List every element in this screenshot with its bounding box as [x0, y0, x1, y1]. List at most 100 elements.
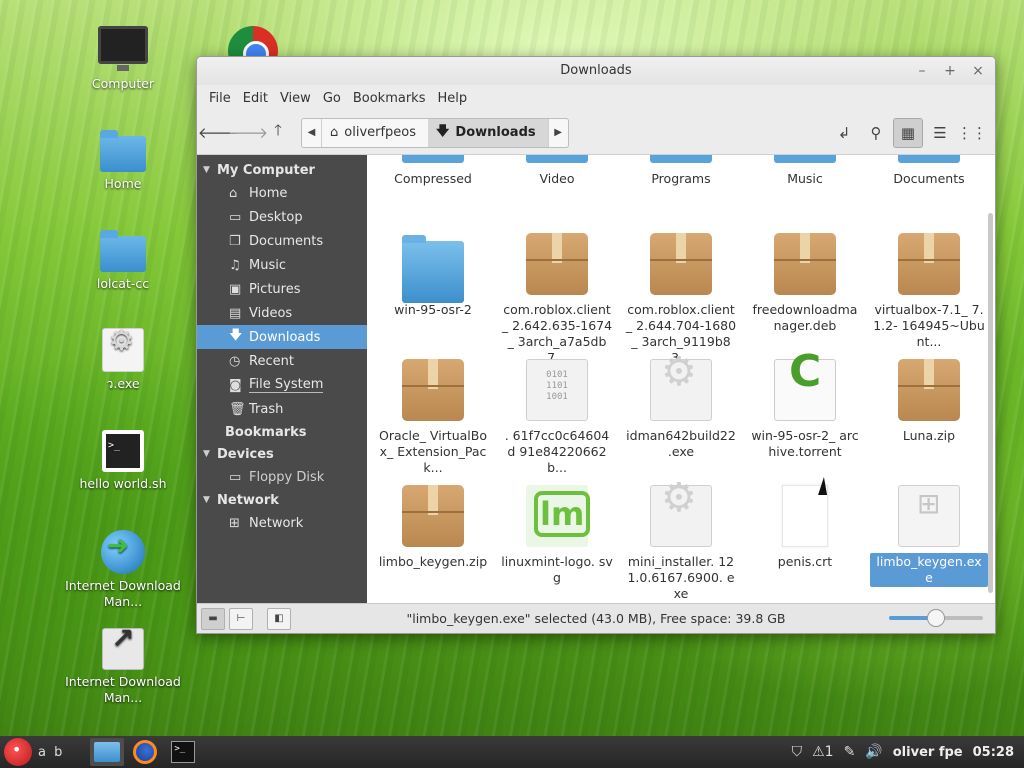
menu-go[interactable]: Go	[317, 91, 347, 106]
desktop-icon-home[interactable]: Home	[63, 130, 183, 192]
menu-bar: File Edit View Go Bookmarks Help	[197, 85, 995, 111]
scrollbar[interactable]	[988, 213, 993, 593]
places-toggle-icon[interactable]: ▬	[201, 607, 225, 630]
desktop-icon-idm-1[interactable]: Internet Download Man...	[63, 530, 183, 610]
file-name: Luna.zip	[902, 428, 956, 443]
file-item[interactable]: linuxmint-logo. svg	[498, 485, 616, 587]
taskbar-firefox[interactable]	[128, 738, 162, 766]
file-item[interactable]: Luna.zip	[870, 359, 988, 445]
sidebar-item-downloads[interactable]: 🡇 Downloads	[197, 325, 367, 349]
package-icon	[650, 233, 712, 295]
file-item[interactable]: com.roblox.client_ 2.642.635-1674_ 3arch…	[498, 233, 616, 367]
breadcrumb: ◀ ⌂ oliverfpeos 🡇 Downloads ▶	[301, 117, 569, 148]
sidebar-section-bookmarks[interactable]: Bookmarks	[197, 421, 367, 443]
file-item-selected[interactable]: limbo_keygen.exe	[870, 485, 988, 587]
path-right-chevron-icon[interactable]: ▶	[547, 118, 568, 147]
desktop-icon-computer[interactable]: Computer	[63, 26, 183, 92]
list-view-icon[interactable]: ☰	[925, 118, 955, 148]
shield-icon[interactable]: ⛉	[792, 744, 803, 760]
system-tray: ⛉ ⚠1 ✎ 🔊 oliver fpe 05:28	[792, 736, 1014, 768]
menu-bookmarks[interactable]: Bookmarks	[347, 91, 432, 106]
file-item[interactable]: virtualbox-7.1_ 7.1.2- 164945~Ubunt...	[870, 233, 988, 351]
sidebar-item-pictures[interactable]: ▣ Pictures	[197, 277, 367, 301]
close-button[interactable]: ×	[971, 57, 985, 85]
desktop-icon-idm-2[interactable]: Internet Download Man...	[63, 628, 183, 706]
sidebar-item-music[interactable]: ♫ Music	[197, 253, 367, 277]
user-name[interactable]: oliver fpe	[893, 745, 963, 760]
sidebar-item-recent[interactable]: ◷ Recent	[197, 349, 367, 373]
file-item[interactable]: freedownloadma nager.deb	[746, 233, 864, 335]
crumb-downloads[interactable]: 🡇 Downloads	[428, 118, 548, 147]
up-arrow-icon[interactable]: 🡑	[263, 118, 293, 148]
menu-file[interactable]: File	[203, 91, 237, 106]
menu-view[interactable]: View	[274, 91, 317, 106]
tray-count: 1	[824, 744, 834, 760]
sidebar-item-documents[interactable]: ❐ Documents	[197, 229, 367, 253]
minimize-button[interactable]: –	[915, 57, 929, 85]
tree-toggle-icon[interactable]: ⊢	[229, 607, 253, 630]
file-item-programs[interactable]: Programs	[622, 155, 740, 187]
file-item[interactable]: win-95-osr-2	[374, 233, 492, 319]
triangle-down-icon: ▼	[203, 449, 210, 459]
file-item-compressed[interactable]: Compressed	[374, 155, 492, 187]
forward-arrow-icon[interactable]: 🡒	[228, 118, 268, 148]
sidebar-item-file-system[interactable]: ◙ File System	[197, 373, 367, 397]
file-item[interactable]: idman642build22 .exe	[622, 359, 740, 461]
menu-edit[interactable]: Edit	[237, 91, 274, 106]
maximize-button[interactable]: +	[943, 57, 957, 85]
file-item[interactable]: mini_installer. 121.0.6167.6900. exe	[622, 485, 740, 603]
folder-icon	[402, 155, 464, 163]
zoom-slider[interactable]	[889, 609, 983, 627]
desktop-icon-label: Computer	[91, 76, 155, 91]
toggle-location-icon[interactable]: ↲	[829, 118, 859, 148]
clock[interactable]: 05:28	[973, 745, 1014, 760]
titlebar[interactable]: Downloads – + ×	[197, 57, 995, 85]
start-menu-icon[interactable]	[4, 738, 32, 766]
sidebar-item-network[interactable]: ⊞ Network	[197, 511, 367, 535]
desktop-icon: ▭	[229, 209, 242, 225]
package-icon	[402, 359, 464, 421]
search-icon[interactable]: ⚲	[861, 118, 891, 148]
sidebar-section-devices[interactable]: ▼ Devices	[197, 443, 367, 465]
volume-icon[interactable]: 🔊	[865, 744, 882, 760]
desktop-icon-exe[interactable]: ว.exe	[63, 328, 183, 392]
file-item[interactable]: 0101 1101 1001 . 61f7cc0c64604d 91e8422066…	[498, 359, 616, 477]
file-item[interactable]: penis.crt	[746, 485, 864, 571]
sidebar-section-network[interactable]: ▼ Network	[197, 489, 367, 511]
sidebar-section-my-computer[interactable]: ▼ My Computer	[197, 159, 367, 181]
music-note-icon: ♫	[229, 257, 241, 273]
sidebar-item-trash[interactable]: 🗑 Trash	[197, 397, 367, 421]
path-left-chevron-icon[interactable]: ◀	[302, 118, 322, 147]
file-name: mini_installer. 121.0.6167.6900. exe	[627, 554, 735, 601]
notification-icon[interactable]: ⚠1	[812, 744, 833, 760]
file-view[interactable]: Compressed Video Programs Music Document…	[367, 155, 995, 603]
desktop-icon-hello-world[interactable]: >_ hello world.sh	[63, 430, 183, 492]
zoom-slider-knob[interactable]	[927, 609, 945, 627]
desktop-icon-lolcat[interactable]: lolcat-cc	[63, 230, 183, 292]
sidebar-item-label: Floppy Disk	[249, 469, 325, 485]
file-item[interactable]: limbo_keygen.zip	[374, 485, 492, 571]
file-item-video[interactable]: Video	[498, 155, 616, 187]
taskbar-terminal[interactable]: >_	[166, 738, 200, 766]
menu-help[interactable]: Help	[431, 91, 473, 106]
pen-icon[interactable]: ✎	[844, 744, 856, 760]
workspace-switcher[interactable]: a b	[38, 745, 64, 760]
section-title: My Computer	[217, 162, 315, 178]
compact-view-icon[interactable]: ⋮⋮	[957, 118, 987, 148]
file-item[interactable]: com.roblox.client_ 2.644.704-1680_ 3arch…	[622, 233, 740, 367]
sidebar-item-home[interactable]: ⌂ Home	[197, 181, 367, 205]
file-item[interactable]: Oracle_ VirtualBox_ Extension_Pack...	[374, 359, 492, 477]
taskbar-file-manager[interactable]	[90, 738, 125, 766]
file-item-music[interactable]: Music	[746, 155, 864, 187]
file-name: com.roblox.client_ 2.642.635-1674_ 3arch…	[501, 302, 613, 365]
sidebar-item-floppy[interactable]: ▭ Floppy Disk	[197, 465, 367, 489]
file-item-documents[interactable]: Documents	[870, 155, 988, 187]
sidebar-hide-icon[interactable]: ◧	[267, 607, 291, 630]
desktop-icon-label: Internet Download Man...	[65, 578, 181, 609]
sidebar-item-label: Recent	[249, 353, 294, 369]
crumb-home[interactable]: ⌂ oliverfpeos	[322, 119, 428, 147]
file-item[interactable]: win-95-osr-2_ archive.torrent	[746, 359, 864, 461]
sidebar-item-desktop[interactable]: ▭ Desktop	[197, 205, 367, 229]
sidebar-item-videos[interactable]: ▤ Videos	[197, 301, 367, 325]
icon-view-icon[interactable]: ▦	[893, 118, 923, 148]
